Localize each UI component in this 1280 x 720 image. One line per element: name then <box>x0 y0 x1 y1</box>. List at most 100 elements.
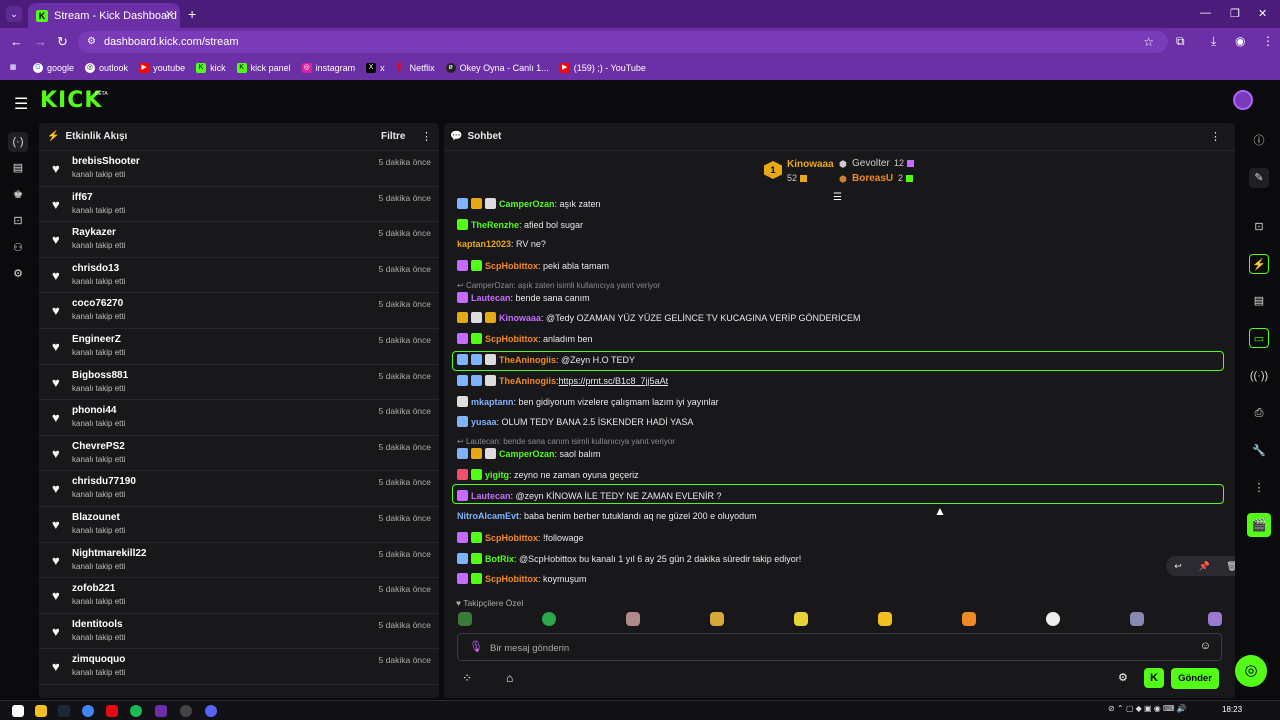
activity-item[interactable]: ♥ zimquoquo kanalı takip etti 5 dakika önce <box>39 649 439 685</box>
emote-icon[interactable] <box>1208 612 1222 626</box>
bookmark-youtube-2[interactable]: ▶ (159) ;) - YouTube <box>559 63 646 73</box>
emote-icon[interactable] <box>962 612 976 626</box>
chat-username[interactable]: ScpHobittox <box>485 533 538 543</box>
chat-message[interactable]: TheAninogiis: https://prnt.sc/B1c8_7jj5a… <box>457 375 668 386</box>
filter-button[interactable]: Filtre <box>381 131 405 142</box>
activity-item[interactable]: ♥ zofob221 kanalı takip etti 5 dakika önce <box>39 578 439 614</box>
chat-message[interactable]: ScpHobittox: anladım ben <box>457 333 593 344</box>
activity-item[interactable]: ♥ Raykazer kanalı takip etti 5 dakika önce <box>39 222 439 258</box>
chat-icon[interactable]: ▭ <box>1249 328 1269 348</box>
chat-username[interactable]: CamperOzan <box>499 199 555 209</box>
activity-item[interactable]: ♥ chrisdu77190 kanalı takip etti 5 dakika ö… <box>39 471 439 507</box>
emote-icon[interactable] <box>878 612 892 626</box>
chat-username[interactable]: TheAninogiis <box>499 376 556 386</box>
menu-icon[interactable]: ☰ <box>14 94 28 114</box>
kick-logo[interactable]: KICK <box>40 88 102 113</box>
chat-message[interactable]: yusaa: OLUM TEDY BANA 2.5 İSKENDER HADİ … <box>457 416 693 427</box>
chat-username[interactable]: TheAninogiis <box>499 355 556 365</box>
activity-item[interactable]: ♥ Identitools kanalı takip etti 5 dakika ön… <box>39 614 439 650</box>
discord-icon[interactable] <box>205 705 217 717</box>
chat-message[interactable]: Kinowaaa: @Tedy OZAMAN YÜZ YÜZE GELİNCE … <box>457 312 861 323</box>
bookmark-okey[interactable]: ø Okey Oyna - Canlı 1... <box>445 63 549 73</box>
chat-username[interactable]: NitroAlcamEvt <box>457 511 519 521</box>
activity-item[interactable]: ♥ phonoi44 kanalı takip etti 5 dakika önce <box>39 400 439 436</box>
browser-menu-icon[interactable]: ⋮ <box>1262 34 1274 48</box>
emote-icon[interactable] <box>1046 612 1060 626</box>
windows-icon[interactable] <box>12 705 24 717</box>
wrench-icon[interactable]: 🔧 <box>1249 441 1269 461</box>
stream-icon[interactable]: (·) <box>8 132 28 152</box>
dashboard-icon[interactable]: ▤ <box>8 158 28 178</box>
third-name[interactable]: BoreasU <box>852 173 893 184</box>
bookmark-kick[interactable]: Kkick <box>196 63 226 73</box>
emote-icon[interactable] <box>794 612 808 626</box>
chat-more-icon[interactable]: ⋮ <box>1210 130 1221 143</box>
activity-item[interactable]: ♥ Nightmarekill22 kanalı takip etti 5 dakik… <box>39 543 439 579</box>
github-icon[interactable] <box>180 705 192 717</box>
chat-username[interactable]: mkaptann <box>471 397 514 407</box>
chat-username[interactable]: ScpHobittox <box>485 261 538 271</box>
notes-icon[interactable]: ▤ <box>1249 291 1269 311</box>
activity-item[interactable]: ♥ EngineerZ kanalı takip etti 5 dakika önce <box>39 329 439 365</box>
store-icon[interactable]: ⌂ <box>506 671 513 685</box>
back-icon[interactable]: ← <box>10 34 23 49</box>
community-icon[interactable]: ⚇ <box>8 238 28 258</box>
kick-action-icon[interactable]: K <box>1144 668 1164 688</box>
pin-icon[interactable]: 📌 <box>1198 561 1209 572</box>
clapperboard-icon[interactable]: 🎬 <box>1247 513 1271 537</box>
app-icon[interactable] <box>106 705 118 717</box>
activity-item[interactable]: ♥ Blazounet kanalı takip etti 5 dakika önce <box>39 507 439 543</box>
bookmark-netflix[interactable]: ▌ Netflix <box>396 63 435 73</box>
scan-icon[interactable]: ⊡ <box>1249 217 1269 237</box>
chat-username[interactable]: yusaa <box>471 417 497 427</box>
chat-username[interactable]: CamperOzan <box>499 449 555 459</box>
close-tab-icon[interactable]: ✕ <box>165 8 174 21</box>
chat-message[interactable]: CamperOzan: saol balım <box>457 448 601 459</box>
chat-message[interactable]: kaptan12023: RV ne? <box>457 239 546 249</box>
browser-taskbar-icon[interactable] <box>155 705 167 717</box>
chat-input[interactable] <box>490 639 1190 657</box>
chat-username[interactable]: Lautecan <box>471 293 511 303</box>
chat-message[interactable]: Lautecan: bende sana canım <box>457 292 590 303</box>
chat-message[interactable]: mkaptann: ben gidiyorum vizelere çalışma… <box>457 396 719 407</box>
mic-icon[interactable]: 🎙 <box>469 640 483 653</box>
emoji-icon[interactable]: ☺ <box>1200 640 1211 652</box>
chat-username[interactable]: ScpHobittox <box>485 334 538 344</box>
bookmark-star-icon[interactable]: ☆ <box>1143 35 1154 49</box>
activity-item[interactable]: ♥ Bigboss881 kanalı takip etti 5 dakika önc… <box>39 365 439 401</box>
bookmark-outlook[interactable]: ◎ outlook <box>85 63 128 73</box>
chat-link[interactable]: https://prnt.sc/B1c8_7jj5aAt <box>559 376 669 386</box>
new-tab-icon[interactable]: + <box>188 6 196 22</box>
emote-icon[interactable] <box>710 612 724 626</box>
bookmark-instagram[interactable]: ◎ instagram <box>301 63 355 73</box>
tab-search-icon[interactable]: ⌄ <box>6 6 22 22</box>
emote-icon[interactable] <box>542 612 556 626</box>
chat-message[interactable]: yigitg: zeyno ne zaman oyuna geçeriz <box>457 469 639 480</box>
scan-icon[interactable]: ⊡ <box>8 211 28 231</box>
chat-username[interactable]: BotRix <box>485 554 514 564</box>
edit-icon[interactable]: ✎ <box>1249 168 1269 188</box>
minimize-icon[interactable]: — <box>1200 7 1211 19</box>
broadcast-icon[interactable]: ((·)) <box>1249 366 1269 386</box>
activity-item[interactable]: ♥ brebisShooter kanalı takip etti 5 dakika … <box>39 151 439 187</box>
restore-icon[interactable]: ❐ <box>1230 7 1240 20</box>
chat-message[interactable]: NitroAlcamEvt: baba benim berber tutukla… <box>457 511 757 521</box>
chat-message[interactable]: ScpHobittox: peki abla tamam <box>457 260 609 271</box>
browser-tab[interactable]: K Stream - Kick Dashboard ✕ <box>28 3 180 28</box>
url-field[interactable]: ⚙ dashboard.kick.com/stream ☆ <box>78 31 1168 53</box>
second-name[interactable]: Gevolter <box>852 158 890 169</box>
chat-settings-icon[interactable]: ⚙ <box>1118 671 1128 684</box>
reply-icon[interactable]: ↩ <box>1174 561 1182 572</box>
close-window-icon[interactable]: ✕ <box>1258 7 1267 20</box>
chat-message[interactable]: ScpHobittox: koymuşum <box>457 573 587 584</box>
system-tray[interactable]: ⊘ ⌃ ▢ ◆ ▣ ◉ ⌨ 🔊 <box>1108 704 1187 713</box>
chat-username[interactable]: Lautecan <box>471 491 511 501</box>
send-button[interactable]: Gönder <box>1171 668 1219 689</box>
emote-icon[interactable] <box>626 612 640 626</box>
support-icon[interactable]: ◎ <box>1235 655 1267 687</box>
profile-icon[interactable]: ◉ <box>1235 34 1245 48</box>
leader-name[interactable]: Kinowaaa <box>787 159 834 170</box>
chat-message[interactable]: BotRix: @ScpHobittox bu kanalı 1 yıl 6 a… <box>457 553 801 564</box>
chat-username[interactable]: kaptan12023 <box>457 239 511 249</box>
more-vertical-icon[interactable]: ⋮ <box>1249 478 1269 498</box>
